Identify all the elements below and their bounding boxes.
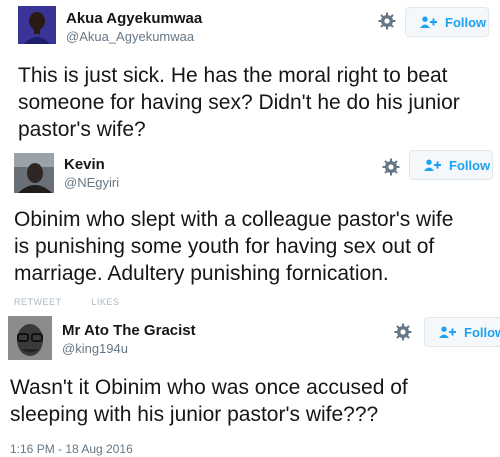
follow-label: Follow <box>445 14 487 30</box>
author-handle[interactable]: @king194u <box>62 341 128 356</box>
follow-label: Follow <box>464 324 500 340</box>
author-handle[interactable]: @Akua_Agyekumwaa <box>66 29 194 44</box>
tweet-text-line: sleeping with his junior pastor's wife??… <box>10 403 379 426</box>
tweet-text: Wasn't it Obinim who was once accused of… <box>10 374 408 428</box>
avatar-image <box>8 316 52 360</box>
author-name[interactable]: Kevin <box>64 156 105 173</box>
avatar-image <box>18 6 56 44</box>
avatar-image <box>14 153 54 193</box>
tweet-text-line: Obinim who slept with a colleague pastor… <box>14 208 454 231</box>
tweet-text-line: someone for having sex? Didn't he do his… <box>18 91 460 114</box>
stats-labels: RETWEET LIKES <box>14 297 120 307</box>
tweet-text-line: pastor's wife? <box>18 118 146 141</box>
tweet-1: Akua Agyekumwaa @Akua_Agyekumwaa Follow … <box>0 0 500 148</box>
follow-button[interactable]: Follow <box>405 7 489 37</box>
avatar-kevin[interactable] <box>14 153 54 193</box>
settings-gear-icon[interactable] <box>382 158 400 176</box>
tweet-text-line: marriage. Adultery punishing fornication… <box>14 262 389 285</box>
author-handle[interactable]: @NEgyiri <box>64 175 119 190</box>
tweet-text-line: Wasn't it Obinim who was once accused of <box>10 376 408 399</box>
tweet-text: Obinim who slept with a colleague pastor… <box>14 206 453 287</box>
avatar-ato[interactable] <box>8 316 52 360</box>
tweet-text-line: is punishing some youth for having sex o… <box>14 235 435 258</box>
tweet-3: Mr Ato The Gracist @king194u Follow Wasn… <box>0 308 500 457</box>
follow-person-plus-icon <box>439 326 456 338</box>
tweet-text-line: This is just sick. He has the moral righ… <box>18 64 448 87</box>
settings-gear-icon[interactable] <box>394 323 412 341</box>
author-name[interactable]: Mr Ato The Gracist <box>62 322 196 339</box>
follow-label: Follow <box>449 157 491 173</box>
tweet-2: Kevin @NEgyiri Follow Obinim who slept w… <box>0 148 500 308</box>
author-name[interactable]: Akua Agyekumwaa <box>66 10 202 27</box>
follow-person-plus-icon <box>420 16 437 28</box>
follow-person-plus-icon <box>424 159 441 171</box>
follow-button[interactable]: Follow <box>409 150 493 180</box>
settings-gear-icon[interactable] <box>378 12 396 30</box>
follow-button[interactable]: Follow <box>424 317 500 347</box>
tweet-text: This is just sick. He has the moral righ… <box>18 62 460 143</box>
avatar-akua[interactable] <box>18 6 56 44</box>
tweet-timestamp[interactable]: 1:16 PM - 18 Aug 2016 <box>10 442 133 456</box>
